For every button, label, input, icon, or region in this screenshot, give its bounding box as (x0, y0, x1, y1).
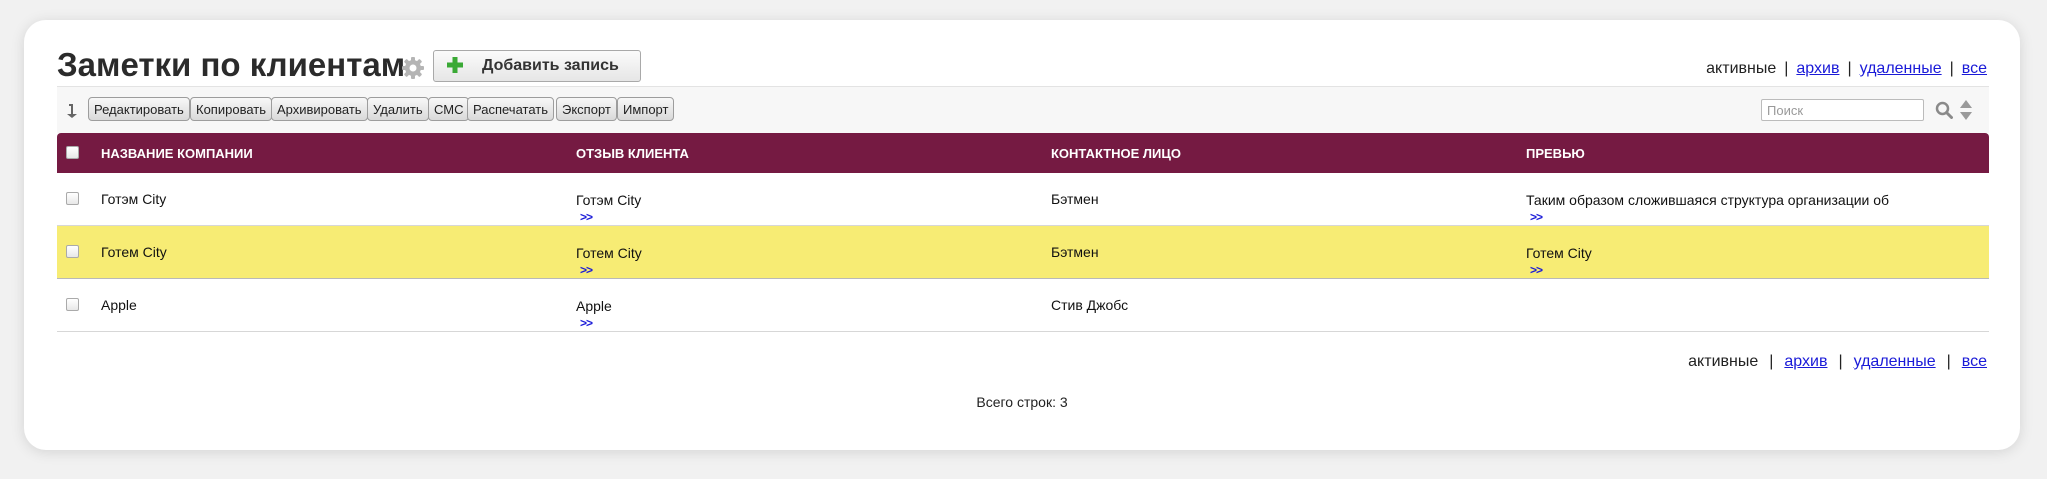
filter-archive-link[interactable]: архив (1796, 60, 1839, 77)
search-icon[interactable] (1935, 101, 1953, 119)
table-header: Название компании Отзыв клиента Контактн… (57, 133, 1989, 173)
review-more-link[interactable]: >> (580, 210, 593, 224)
gear-icon[interactable] (401, 56, 425, 80)
filter-archive-link[interactable]: архив (1784, 353, 1827, 370)
contact-cell: Бэтмен (1051, 191, 1099, 207)
filter-active: активные (1706, 60, 1777, 77)
select-all-checkbox[interactable] (66, 146, 79, 159)
page-header: Заметки по клиентам Добавить запись акти… (57, 34, 1987, 83)
company-cell: Готем City (101, 244, 167, 260)
edit-button[interactable]: Редактировать (88, 97, 190, 121)
status-filter-bottom: активные | архив | удаленные | все (1688, 353, 1987, 371)
column-contact[interactable]: Контактное лицо (1051, 146, 1181, 161)
review-cell: Apple (576, 298, 612, 314)
table-row[interactable]: Apple Apple >> Стив Джобс (57, 279, 1989, 332)
separator: | (1847, 60, 1852, 77)
preview-cell: Таким образом сложившаяся структура орга… (1526, 192, 1890, 208)
column-preview[interactable]: Превью (1526, 146, 1585, 161)
preview-more-link[interactable]: >> (1530, 263, 1543, 277)
company-cell: Готэм City (101, 191, 167, 207)
row-checkbox[interactable] (66, 192, 79, 205)
sms-button[interactable]: СМС (428, 97, 470, 121)
company-cell: Apple (101, 297, 137, 313)
separator: | (1949, 60, 1954, 77)
import-button[interactable]: Импорт (617, 97, 675, 121)
add-record-button[interactable]: Добавить запись (433, 50, 641, 82)
sort-icon[interactable] (67, 103, 79, 119)
column-company[interactable]: Название компании (101, 146, 253, 161)
column-review[interactable]: Отзыв клиента (576, 146, 689, 161)
filter-all-link[interactable]: все (1962, 353, 1987, 370)
total-rows: Всего строк: 3 (976, 394, 1068, 410)
export-button[interactable]: Экспорт (556, 97, 617, 121)
separator: | (1784, 60, 1789, 77)
contact-cell: Бэтмен (1051, 244, 1099, 260)
copy-button[interactable]: Копировать (190, 97, 272, 121)
add-record-label: Добавить запись (482, 57, 619, 74)
status-filter-top: активные | архив | удаленные | все (1706, 60, 1987, 78)
toolbar: Редактировать Копировать Архивировать Уд… (57, 86, 1989, 133)
filter-all-link[interactable]: все (1962, 60, 1987, 77)
filter-active: активные (1688, 353, 1759, 370)
table-row[interactable]: Готэм City Готэм City >> Бэтмен Таким об… (57, 173, 1989, 226)
archive-button[interactable]: Архивировать (271, 97, 368, 121)
delete-button[interactable]: Удалить (367, 97, 429, 121)
search-input[interactable] (1761, 99, 1924, 121)
filter-deleted-link[interactable]: удаленные (1854, 353, 1936, 370)
review-more-link[interactable]: >> (580, 316, 593, 330)
filter-deleted-link[interactable]: удаленные (1860, 60, 1942, 77)
preview-more-link[interactable]: >> (1530, 210, 1543, 224)
review-cell: Готем City (576, 245, 642, 261)
separator: | (1946, 353, 1951, 370)
row-checkbox[interactable] (66, 245, 79, 258)
row-checkbox[interactable] (66, 298, 79, 311)
review-more-link[interactable]: >> (580, 263, 593, 277)
sort-updown-icon[interactable] (1959, 99, 1973, 121)
notes-panel: Заметки по клиентам Добавить запись акти… (24, 20, 2020, 450)
page-title: Заметки по клиентам (57, 46, 406, 83)
clients-table: Название компании Отзыв клиента Контактн… (57, 133, 1989, 332)
contact-cell: Стив Джобс (1051, 297, 1129, 313)
separator: | (1769, 353, 1774, 370)
review-cell: Готэм City (576, 192, 642, 208)
preview-cell: Готем City (1526, 245, 1592, 261)
table-row[interactable]: Готем City Готем City >> Бэтмен Готем Ci… (57, 226, 1989, 279)
plus-icon (447, 57, 463, 73)
separator: | (1838, 353, 1843, 370)
print-button[interactable]: Распечатать (467, 97, 555, 121)
